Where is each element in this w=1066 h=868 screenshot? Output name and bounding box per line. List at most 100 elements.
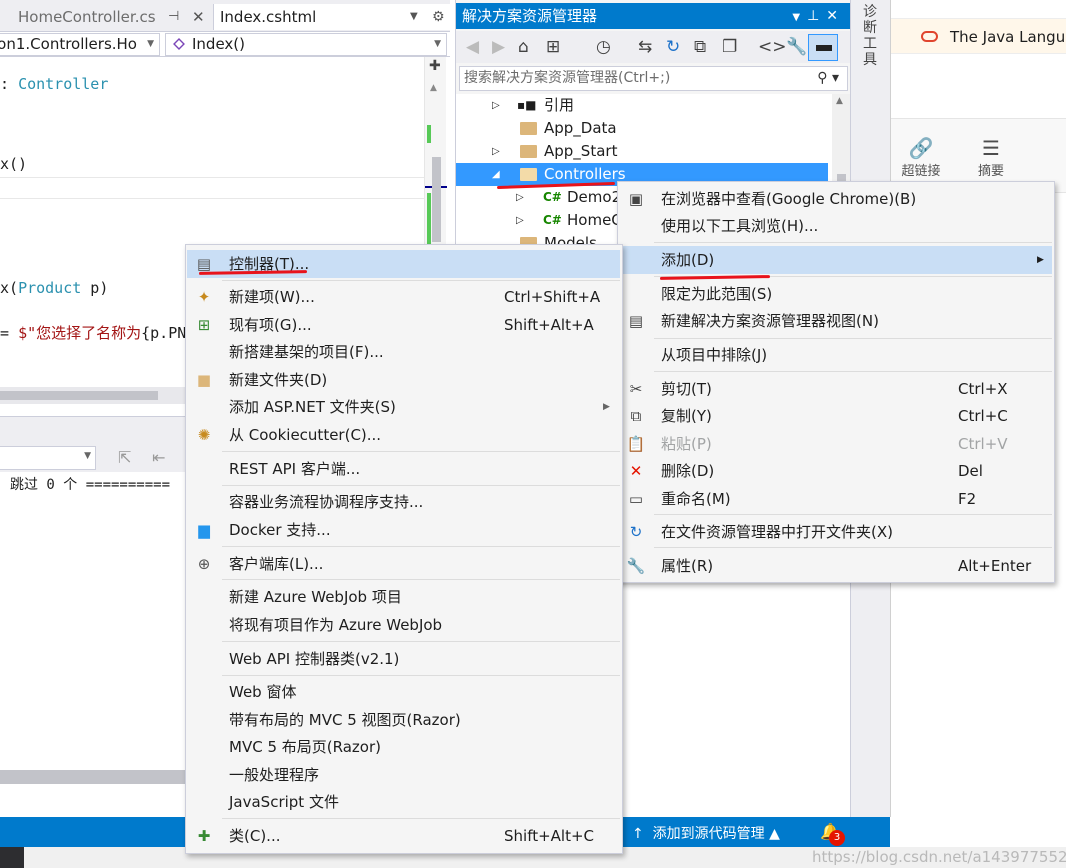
menu-item-class[interactable]: ✚ 类(C)... Shift+Alt+C <box>187 823 621 849</box>
menu-item-new-explorer-view[interactable]: ▤ 新建解决方案资源管理器视图(N) <box>619 308 1053 334</box>
menu-item-new-azure-webjob[interactable]: 新建 Azure WebJob 项目 <box>187 584 621 610</box>
tab-index-cshtml[interactable]: Index.cshtml ▼ ⚙ <box>213 4 450 30</box>
expand-icon[interactable]: ▷ <box>516 186 524 209</box>
add-to-source-control-button[interactable]: ↑ 添加到源代码管理 ▲ <box>632 823 780 843</box>
hyperlink-button[interactable]: 🔗 超链接 <box>891 136 951 179</box>
scroll-up-icon[interactable]: ▲ <box>430 83 437 93</box>
menu-item-scope-to-this[interactable]: 限定为此范围(S) <box>619 281 1053 307</box>
menu-item-open-in-file-explorer[interactable]: ↻ 在文件资源管理器中打开文件夹(X) <box>619 519 1053 545</box>
summary-icon: ☰ <box>982 136 1000 160</box>
copy-icon: ⧉ <box>630 407 642 425</box>
editor-horizontal-scrollbar[interactable] <box>0 387 185 404</box>
wrap-icon[interactable]: ⇤ <box>152 448 165 467</box>
home-icon[interactable]: ⌂ <box>518 37 529 57</box>
wrench-icon: 🔧 <box>626 557 646 575</box>
output-panel[interactable]: 跳过 0 个 ========== <box>0 472 185 772</box>
menu-item-web-form[interactable]: Web 窗体 <box>187 679 621 705</box>
menu-item-browse-with[interactable]: 使用以下工具浏览(H)... <box>619 213 1053 239</box>
pin-icon[interactable]: ⊥ <box>807 8 826 24</box>
menu-separator <box>654 371 1052 372</box>
menu-item-rename[interactable]: ▭ 重命名(M) F2 <box>619 486 1053 512</box>
menu-item-properties[interactable]: 🔧 属性(R) Alt+Enter <box>619 553 1053 579</box>
properties-wrench-icon[interactable]: 🔧 <box>786 37 807 57</box>
panel-title: 解决方案资源管理器 <box>462 7 598 25</box>
tab-home-controller[interactable]: HomeController.cs ⊣ ✕ <box>0 4 213 30</box>
scroll-up-icon[interactable]: ▲ <box>836 96 843 106</box>
menu-item-javascript-file[interactable]: JavaScript 文件 <box>187 789 621 815</box>
scroll-thumb[interactable] <box>0 391 158 400</box>
folder-icon <box>520 145 537 158</box>
output-horizontal-scrollbar[interactable] <box>0 770 185 784</box>
collapse-all-icon[interactable]: ⧉ <box>694 37 706 57</box>
menu-item-rest-api-client[interactable]: REST API 客户端... <box>187 456 621 482</box>
split-editor-icon[interactable]: ✚ <box>429 58 441 74</box>
delete-x-icon: ✕ <box>629 462 643 480</box>
menu-item-mvc5-layout-page[interactable]: MVC 5 布局页(Razor) <box>187 734 621 760</box>
menu-item-new-folder[interactable]: ■ 新建文件夹(D) <box>187 367 621 393</box>
menu-item-existing-as-webjob[interactable]: 将现有项目作为 Azure WebJob <box>187 612 621 638</box>
tree-node-references[interactable]: ▷ ▪■ 引用 <box>456 94 828 117</box>
search-icon[interactable]: ⚲ ▾ <box>817 67 839 90</box>
menu-item-docker-support[interactable]: ▆ Docker 支持... <box>187 517 621 543</box>
close-icon[interactable]: ✕ <box>826 8 845 24</box>
existing-item-icon: ⊞ <box>197 316 211 334</box>
menu-item-new-item[interactable]: ✦ 新建项(W)... Ctrl+Shift+A <box>187 284 621 310</box>
method-icon <box>173 38 185 50</box>
expand-icon[interactable]: ▷ <box>492 94 500 117</box>
menu-item-paste[interactable]: 📋 粘贴(P) Ctrl+V <box>619 431 1053 457</box>
menu-item-container-orchestration[interactable]: 容器业务流程协调程序支持... <box>187 489 621 515</box>
menu-item-exclude-from-project[interactable]: 从项目中排除(J) <box>619 342 1053 368</box>
gear-icon[interactable]: ⚙ <box>432 4 445 30</box>
diagnostics-tab-label[interactable]: 诊断工具 <box>863 4 879 68</box>
expand-icon[interactable]: ▷ <box>516 209 524 232</box>
menu-item-client-library[interactable]: ⊕ 客户端库(L)... <box>187 551 621 577</box>
menu-item-generic-handler[interactable]: 一般处理程序 <box>187 762 621 788</box>
close-icon[interactable]: ✕ <box>192 4 205 30</box>
menu-item-existing-item[interactable]: ⊞ 现有项(G)... Shift+Alt+A <box>187 312 621 338</box>
menu-item-mvc5-view-page-layout[interactable]: 带有布局的 MVC 5 视图页(Razor) <box>187 707 621 733</box>
menu-item-copy[interactable]: ⧉ 复制(Y) Ctrl+C <box>619 403 1053 429</box>
scroll-thumb[interactable] <box>432 157 441 242</box>
menu-item-add-aspnet-folder[interactable]: 添加 ASP.NET 文件夹(S) ▶ <box>187 394 621 420</box>
tree-node-app-start[interactable]: ▷ App_Start <box>456 140 828 163</box>
member-dropdown[interactable]: Index() ▼ <box>165 33 447 56</box>
refresh-icon[interactable]: ↻ <box>666 37 680 57</box>
sync-icon[interactable]: ⇆ <box>638 37 652 57</box>
tab-label: HomeController.cs <box>18 8 156 26</box>
switch-views-icon[interactable]: ⊞ <box>546 37 560 57</box>
collapse-icon[interactable]: ◢ <box>492 163 500 186</box>
pin-icon[interactable]: ⊣ <box>168 4 179 30</box>
code-line: = $"您选择了名称为{p.PN <box>0 324 187 342</box>
show-all-files-icon[interactable]: ❐ <box>722 37 737 57</box>
summary-button[interactable]: ☰ 摘要 <box>961 136 1021 179</box>
menu-item-cut[interactable]: ✂ 剪切(T) Ctrl+X <box>619 376 1053 402</box>
menu-item-add[interactable]: 添加(D) ▶ <box>619 246 1052 274</box>
rename-icon: ▭ <box>628 490 644 508</box>
pending-changes-icon[interactable]: ◷ <box>596 37 611 57</box>
dropdown-icon[interactable]: ▼ <box>792 12 807 23</box>
view-code-icon[interactable]: <> <box>758 37 787 57</box>
new-item-icon: ✦ <box>197 288 211 306</box>
docker-icon: ▆ <box>198 521 210 539</box>
taskbar-app-icon[interactable] <box>0 847 24 868</box>
menu-item-web-api-controller-class[interactable]: Web API 控制器类(v2.1) <box>187 646 621 672</box>
tree-node-app-data[interactable]: App_Data <box>456 117 828 140</box>
tab-dropdown-icon[interactable]: ▼ <box>410 4 418 30</box>
back-icon[interactable]: ◀ <box>466 37 479 57</box>
menu-item-new-scaffolded-item[interactable]: 新搭建基架的项目(F)... <box>187 339 621 365</box>
menu-item-view-in-browser[interactable]: ▣ 在浏览器中查看(Google Chrome)(B) <box>619 186 1053 212</box>
chevron-down-icon: ▼ <box>84 451 91 461</box>
menu-item-cookiecutter[interactable]: ✺ 从 Cookiecutter(C)... <box>187 422 621 448</box>
class-dropdown-value: ion1.Controllers.Ho <box>0 35 137 53</box>
solution-explorer-search[interactable]: 搜索解决方案资源管理器(Ctrl+;) ⚲ ▾ <box>459 66 848 91</box>
project-context-menu: ▣ 在浏览器中查看(Google Chrome)(B) 使用以下工具浏览(H).… <box>617 181 1055 583</box>
menu-item-delete[interactable]: ✕ 删除(D) Del <box>619 458 1053 484</box>
class-dropdown[interactable]: ion1.Controllers.Ho ▼ <box>0 33 160 56</box>
output-source-dropdown[interactable]: ▼ <box>0 446 96 470</box>
preview-selected-button[interactable] <box>808 34 838 61</box>
member-dropdown-value: Index() <box>192 35 245 53</box>
find-message-icon[interactable]: ⇱ <box>118 448 131 467</box>
forward-icon[interactable]: ▶ <box>492 37 505 57</box>
expand-icon[interactable]: ▷ <box>492 140 500 163</box>
browser-tab[interactable]: The Java Langua <box>891 18 1066 54</box>
